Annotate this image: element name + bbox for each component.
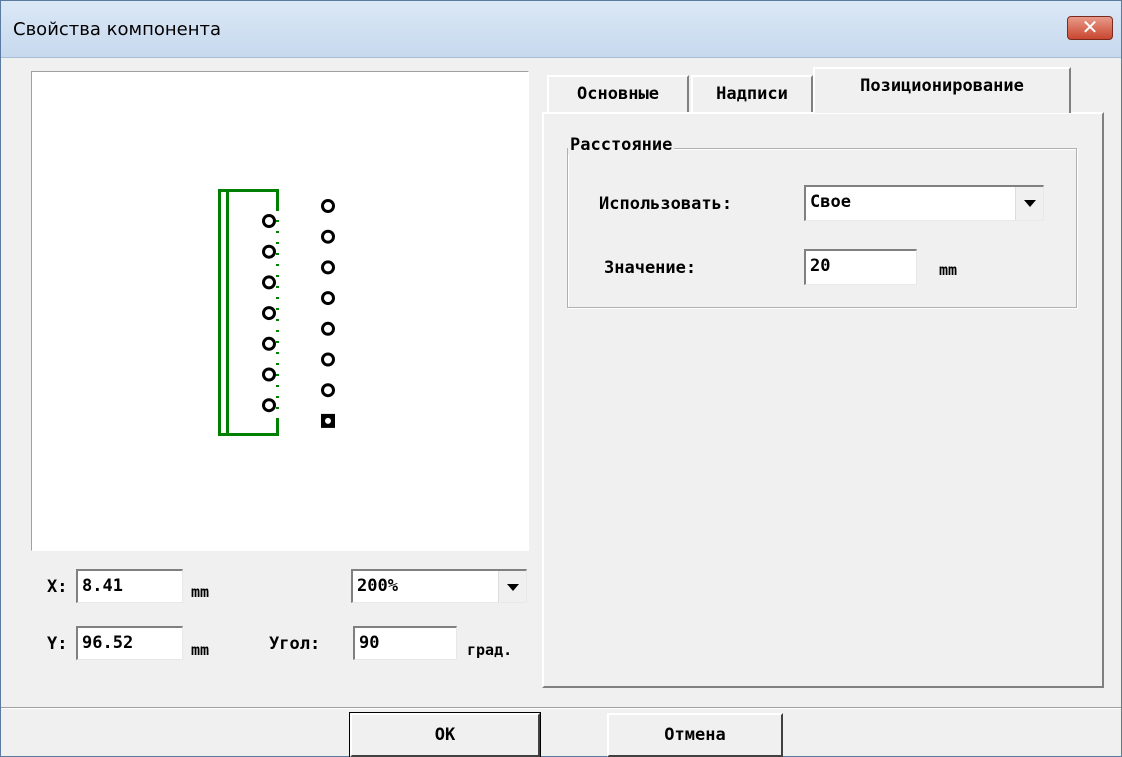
pad-left-5 (262, 336, 276, 351)
tab-positioning[interactable]: Позиционирование (813, 67, 1071, 113)
pad-left-2 (262, 244, 276, 259)
pad-left-4 (262, 306, 276, 321)
close-button[interactable]: ✕ (1067, 15, 1113, 40)
outline-left-outer (218, 189, 221, 436)
pad-right-7 (321, 383, 335, 398)
pad-right-3 (321, 260, 335, 275)
x-input[interactable]: 8.41 (76, 569, 183, 603)
pad-right-1 (321, 199, 335, 213)
ok-button[interactable]: OK (349, 712, 541, 757)
use-select[interactable]: Свое (804, 185, 1044, 221)
pad-square-hole (325, 417, 331, 424)
pads-group (262, 199, 335, 428)
component-preview[interactable] (31, 71, 529, 551)
zoom-select[interactable]: 200% (351, 569, 527, 603)
pad-right-5 (321, 321, 335, 336)
use-value: Свое (810, 192, 851, 212)
outline-left-inner (226, 189, 229, 436)
y-unit: mm (191, 641, 210, 659)
component-properties-dialog: Свойства компонента ✕ X: 8.41 mm 200% Y:… (0, 0, 1122, 757)
chevron-down-icon[interactable] (498, 571, 526, 602)
pad-right-6 (321, 352, 335, 367)
pad-right-4 (321, 291, 335, 306)
value-label: Значение: (604, 258, 697, 278)
use-label: Использовать: (599, 194, 733, 214)
value-input[interactable]: 20 (804, 249, 917, 285)
pad-left-3 (262, 275, 276, 290)
pad-left-6 (262, 367, 276, 382)
chevron-down-icon[interactable] (1015, 187, 1043, 220)
y-label: Y: (47, 634, 68, 654)
value-unit: mm (939, 261, 958, 279)
tab-basic[interactable]: Основные (547, 75, 689, 113)
outline-right-top (276, 189, 279, 209)
angle-input[interactable]: 90 (353, 626, 457, 660)
distance-group-label: Расстояние (568, 135, 675, 155)
title-bar: Свойства компонента ✕ (1, 1, 1121, 58)
angle-label: Угол: (269, 634, 321, 654)
close-icon: ✕ (1081, 15, 1099, 39)
angle-unit: град. (467, 641, 513, 659)
button-separator (1, 707, 1121, 709)
tab-labels[interactable]: Надписи (691, 75, 813, 113)
outline-bottom (218, 433, 279, 436)
cancel-button[interactable]: Отмена (607, 713, 783, 757)
pad-right-2 (321, 229, 335, 244)
x-unit: mm (191, 583, 210, 601)
pad-left-1 (262, 214, 276, 228)
outline-top (218, 189, 279, 192)
zoom-value: 200% (357, 576, 398, 596)
component-footprint (218, 189, 335, 436)
outline-right-bottom (276, 418, 279, 436)
window-title: Свойства компонента (13, 19, 222, 40)
pad-left-7 (262, 398, 276, 413)
x-label: X: (47, 577, 68, 597)
y-input[interactable]: 96.52 (76, 626, 183, 660)
